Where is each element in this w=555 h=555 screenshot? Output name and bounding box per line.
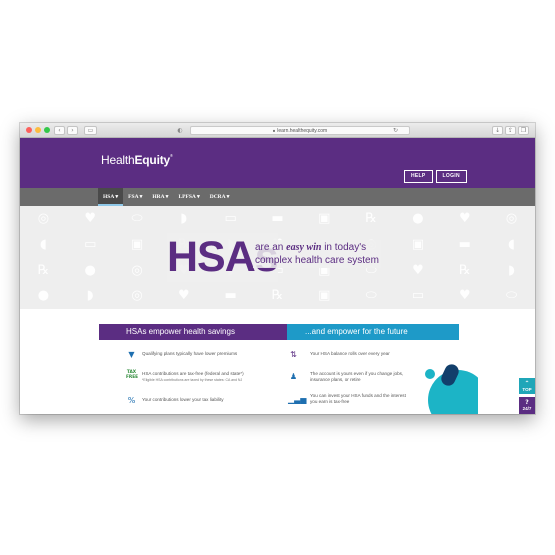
- browser-window: ‹ › ▭ ◐ ■ learn.healthequity.com ↻ ↓ ⇪ ❐ …: [20, 123, 535, 414]
- sidebar-toggle-icon[interactable]: ▭: [84, 126, 97, 135]
- feature-tax-free-note: *Eligible HSA contributions are taxed by…: [142, 378, 243, 382]
- percent-down-icon: %: [127, 396, 136, 405]
- logo-bold: Equity: [134, 153, 171, 167]
- heart-icon: ♥: [458, 288, 471, 304]
- ambulance-icon: ▬: [224, 288, 237, 304]
- banner-health-savings: HSAs empower health savings: [99, 324, 295, 340]
- glasses-icon: ◎: [131, 288, 143, 304]
- nav-item-hra[interactable]: HRA ▾: [147, 188, 173, 206]
- glasses-icon: ◎: [131, 262, 143, 278]
- login-button[interactable]: LOGIN: [435, 170, 467, 183]
- glasses-icon: ◎: [37, 211, 50, 226]
- url-text: learn.healthequity.com: [277, 128, 328, 134]
- tooth-icon: ◗: [180, 211, 188, 226]
- privacy-shield-icon[interactable]: ◐: [175, 126, 185, 135]
- healthequity-logo[interactable]: HealthEquity®: [101, 153, 173, 167]
- tabs-overview-icon[interactable]: ❐: [518, 126, 529, 135]
- nav-item-lpfsa[interactable]: LPFSA ▾: [173, 188, 204, 206]
- heart-icon: ♥: [178, 288, 190, 304]
- hero-line1-emphasis: easy win: [286, 242, 322, 253]
- heart-icon: ♥: [458, 211, 471, 226]
- top-label: TOP: [522, 387, 532, 392]
- browser-actions: ↓ ⇪ ❐: [492, 126, 529, 135]
- tooth-icon: ◗: [508, 262, 515, 278]
- tax-free-icon: TAX FREE: [126, 370, 139, 380]
- heart-icon: ♥: [412, 262, 424, 278]
- minimize-window-button[interactable]: [35, 127, 41, 133]
- banner-future: ...and empower for the future: [287, 324, 459, 340]
- medicine-box-icon: ▣: [411, 236, 425, 252]
- back-to-top-button[interactable]: ⌃ TOP: [519, 378, 535, 394]
- main-nav: HSA ▾ FSA ▾ HRA ▾ LPFSA ▾ DCRA ▾: [20, 188, 535, 206]
- nav-item-fsa[interactable]: FSA ▾: [123, 188, 147, 206]
- back-button[interactable]: ‹: [54, 126, 65, 135]
- support-label: 24/7: [522, 406, 532, 411]
- feature-invest: You can invest your HSA funds and the in…: [310, 393, 406, 404]
- medicine-box-icon: ▣: [318, 288, 331, 304]
- chevron-up-icon: ⌃: [524, 380, 530, 387]
- figure-head: [422, 366, 438, 382]
- pill-icon: ⬭: [506, 288, 518, 304]
- growth-bars-icon: ▁▃▅: [288, 395, 307, 404]
- lock-icon: ■: [272, 128, 276, 133]
- rx-icon: ℞: [271, 288, 284, 304]
- tooth-icon: ◗: [86, 288, 94, 304]
- address-bar[interactable]: ■ learn.healthequity.com: [190, 126, 410, 135]
- logo-regular: Health: [101, 153, 135, 167]
- piggy-bank-icon: ●: [37, 288, 50, 304]
- rx-icon: ℞: [365, 211, 377, 226]
- ambulance-icon: ▬: [458, 236, 471, 252]
- help-button[interactable]: HELP: [404, 170, 433, 183]
- glasses-icon: ◎: [505, 211, 518, 226]
- close-window-button[interactable]: [26, 127, 32, 133]
- hero-line1-pre: are an: [255, 242, 287, 253]
- nav-item-dcra[interactable]: DCRA ▾: [205, 188, 235, 206]
- support-247-button[interactable]: ? 24/7: [519, 397, 535, 414]
- hero-subtitle: are an easy win in today's complex healt…: [253, 240, 381, 268]
- site-header: HealthEquity® HELP LOGIN: [20, 138, 535, 188]
- feature-tax-free-text: HSA contributions are tax-free (federal …: [142, 371, 244, 376]
- nav-item-hsa[interactable]: HSA ▾: [98, 188, 124, 206]
- section-banners: HSAs empower health savings ...and empow…: [20, 324, 535, 340]
- rx-icon: ℞: [37, 262, 50, 278]
- forward-button[interactable]: ›: [67, 126, 78, 135]
- feature-tax-free: HSA contributions are tax-free (federal …: [142, 371, 302, 383]
- help-question-icon: ?: [525, 399, 529, 406]
- header-buttons: HELP LOGIN: [404, 170, 467, 183]
- download-icon[interactable]: ↓: [492, 126, 503, 135]
- swimmer-illustration: [416, 364, 478, 414]
- bandage-icon: ▭: [84, 236, 97, 252]
- feature-portable: The account is yours even if you change …: [310, 371, 404, 382]
- hero-banner: ◎♥⬭◗▭▬▣℞●♥◎ ◖▭▣℞◗♥⬭◎▣▬◖ ℞●◎♥◗▭▣⬭♥℞◗ ●◗◎♥…: [20, 206, 535, 309]
- feature-lower-premiums: Qualifying plans typically have lower pr…: [142, 351, 238, 356]
- ambulance-icon: ▬: [271, 211, 284, 226]
- hero-line1-post: in today's: [321, 242, 367, 253]
- share-icon[interactable]: ⇪: [505, 126, 516, 135]
- zoom-window-button[interactable]: [44, 127, 50, 133]
- feature-lower-tax: Your contributions lower your tax liabil…: [142, 397, 224, 402]
- rx-icon: ℞: [458, 262, 471, 278]
- foot-icon: ◖: [39, 236, 47, 252]
- heart-icon: ♥: [84, 211, 97, 226]
- feature-rollover: Your HSA balance rolls over every year: [310, 351, 390, 356]
- dollar-down-icon: ▼: [128, 350, 135, 359]
- medicine-box-icon: ▣: [318, 211, 331, 226]
- window-controls: [26, 127, 50, 133]
- bandage-icon: ▭: [224, 211, 237, 226]
- reload-icon[interactable]: ↻: [393, 126, 398, 135]
- piggy-bank-icon: ●: [412, 211, 424, 226]
- history-buttons: ‹ › ▭: [54, 126, 97, 135]
- browser-toolbar: ‹ › ▭ ◐ ■ learn.healthequity.com ↻ ↓ ⇪ ❐: [20, 123, 535, 138]
- person-portable-icon: ♟: [289, 372, 298, 381]
- bandage-icon: ▭: [411, 288, 425, 304]
- pill-icon: ⬭: [131, 211, 143, 226]
- foot-icon: ◖: [508, 236, 515, 252]
- logo-trademark: ®: [169, 153, 173, 158]
- rollover-arrows-icon: ⇅: [290, 350, 297, 359]
- pill-icon: ⬭: [365, 288, 377, 304]
- medicine-box-icon: ▣: [130, 236, 144, 252]
- hero-line2: complex health care system: [255, 255, 379, 266]
- piggy-bank-icon: ●: [84, 262, 96, 278]
